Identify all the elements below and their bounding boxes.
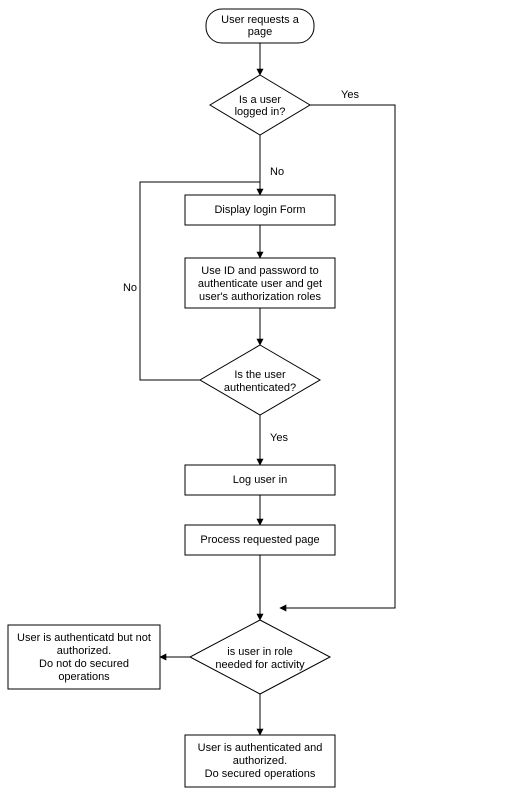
label-authok-no: No (123, 282, 137, 294)
label-authok-yes: Yes (270, 432, 288, 444)
node-not-authorized-line4: operations (58, 671, 110, 683)
node-decision-logged-line2: logged in? (235, 106, 286, 118)
node-not-authorized-line2: authorized. (57, 645, 111, 657)
node-display-login-form-text: Display login Form (214, 204, 305, 216)
node-authorized-line2: authorized. (233, 755, 287, 767)
node-not-authorized-line1: User is authenticatd but not (17, 632, 151, 644)
node-authenticate-line2: authenticate user and get (198, 278, 322, 290)
node-authorized-line3: Do secured operations (205, 768, 316, 780)
node-authenticate-line1: Use ID and password to (201, 265, 318, 277)
label-logged-no: No (270, 166, 284, 178)
node-not-authorized-line3: Do not do secured (39, 658, 129, 670)
node-log-user-in-text: Log user in (233, 474, 287, 486)
node-authenticate-line3: user's authorization roles (199, 291, 321, 303)
node-decision-authok-line2: authenticated? (224, 382, 296, 394)
node-process-page-text: Process requested page (200, 534, 319, 546)
node-decision-authok-line1: Is the user (234, 369, 286, 381)
node-authorized-line1: User is authenticated and (198, 742, 323, 754)
node-start-line2: page (248, 26, 272, 38)
node-decision-role-line1: is user in role (227, 646, 292, 658)
node-decision-logged-line1: Is a user (239, 94, 282, 106)
label-logged-yes: Yes (341, 89, 359, 101)
node-start-line1: User requests a (221, 14, 300, 26)
node-decision-role-line2: needed for activity (215, 659, 305, 671)
